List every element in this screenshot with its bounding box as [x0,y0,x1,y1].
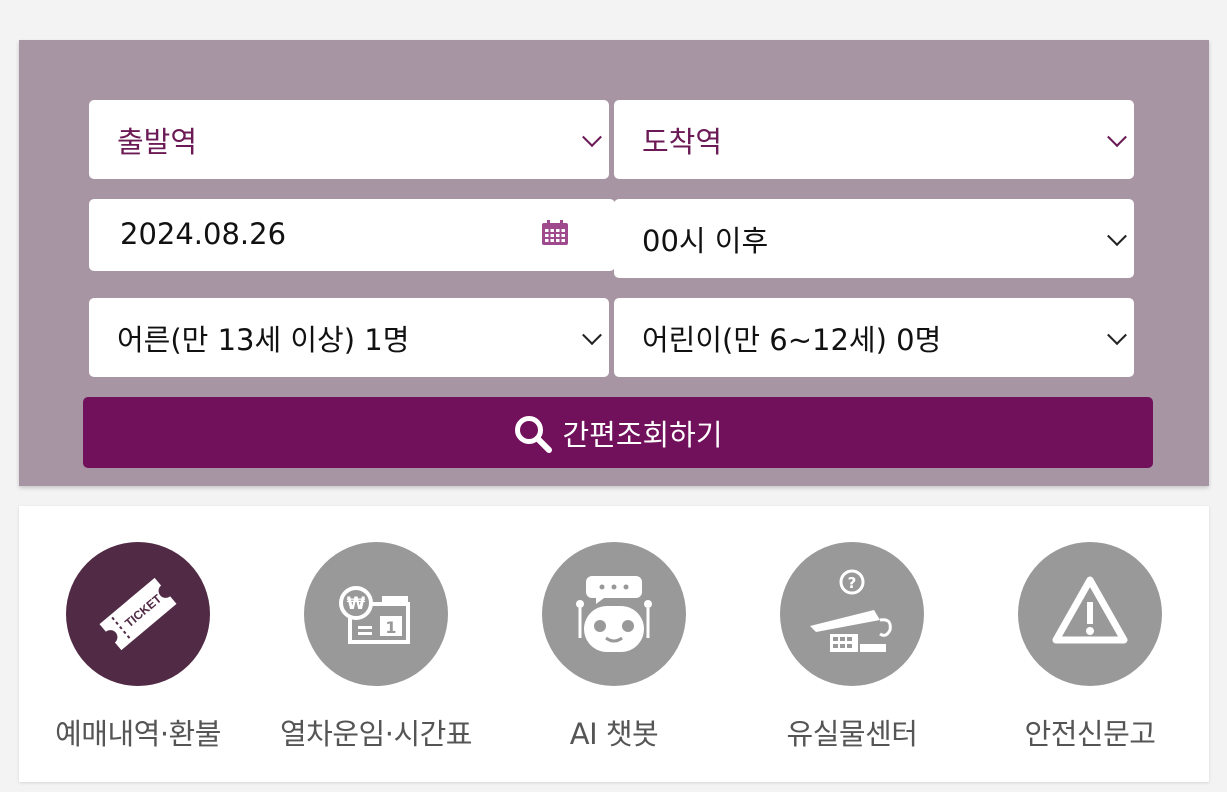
departure-date-value: 2024.08.26 [120,217,287,251]
menu-item-label: 열차운임·시간표 [280,717,472,751]
search-icon [515,415,553,453]
menu-item-reservations-refund[interactable]: TICKET 예매내역·환불 [23,542,253,772]
chevron-down-icon [1107,324,1127,345]
adult-count-select[interactable]: 어른(만 13세 이상) 1명 [89,298,609,377]
chatbot-icon [576,576,652,652]
arrival-station-value: 도착역 [642,124,723,159]
fare-timetable-icon-circle: ₩ 1 [304,542,448,686]
svg-text:₩: ₩ [347,594,366,614]
child-count-select[interactable]: 어린이(만 6~12세) 0명 [614,298,1134,377]
menu-item-ai-chatbot[interactable]: AI 챗봇 [499,542,729,772]
chevron-down-icon [582,324,602,345]
departure-station-value: 출발역 [117,124,198,159]
chatbot-icon-circle [542,542,686,686]
quick-search-button[interactable]: 간편조회하기 [83,397,1153,468]
departure-time-value: 00시 이후 [642,223,769,258]
ticket-icon: TICKET [99,577,177,651]
menu-item-label: 안전신문고 [1024,717,1156,751]
departure-date-field[interactable]: 2024.08.26 [89,199,615,271]
menu-item-fare-timetable[interactable]: ₩ 1 열차운임·시간표 [261,542,491,772]
menu-item-lost-and-found[interactable]: ? 유실물센터 [737,542,967,772]
warning-icon-circle [1018,542,1162,686]
adult-count-value: 어른(만 13세 이상) 1명 [117,322,410,357]
departure-station-select[interactable]: 출발역 [89,100,609,179]
arrival-station-select[interactable]: 도착역 [614,100,1134,179]
departure-time-select[interactable]: 00시 이후 [614,199,1134,278]
calendar-icon[interactable] [541,220,569,246]
warning-icon [1052,576,1128,644]
chevron-down-icon [1107,126,1127,147]
chevron-down-icon [1107,225,1127,246]
child-count-value: 어린이(만 6~12세) 0명 [642,322,942,357]
svg-text:?: ? [848,574,857,592]
menu-item-label: 유실물센터 [786,717,918,751]
menu-item-label: AI 챗봇 [569,717,659,751]
fare-timetable-icon: ₩ 1 [339,586,410,644]
svg-text:1: 1 [385,618,396,637]
quick-search-button-label: 간편조회하기 [562,417,723,452]
lost-and-found-icon-circle: ? [780,542,924,686]
chevron-down-icon [582,126,602,147]
lost-and-found-icon: ? [810,569,892,652]
menu-item-safety-report[interactable]: 안전신문고 [975,542,1205,772]
ticket-icon-circle: TICKET [66,542,210,686]
quick-search-panel: 출발역 도착역 2024.08.26 00시 이후 어른(만 13세 이상) 1… [19,40,1209,486]
quick-menu-panel: TICKET 예매내역·환불 ₩ 1 열차운임·시간표 AI 챗봇 ? 유실물센… [19,506,1209,782]
menu-item-label: 예매내역·환불 [55,717,221,751]
